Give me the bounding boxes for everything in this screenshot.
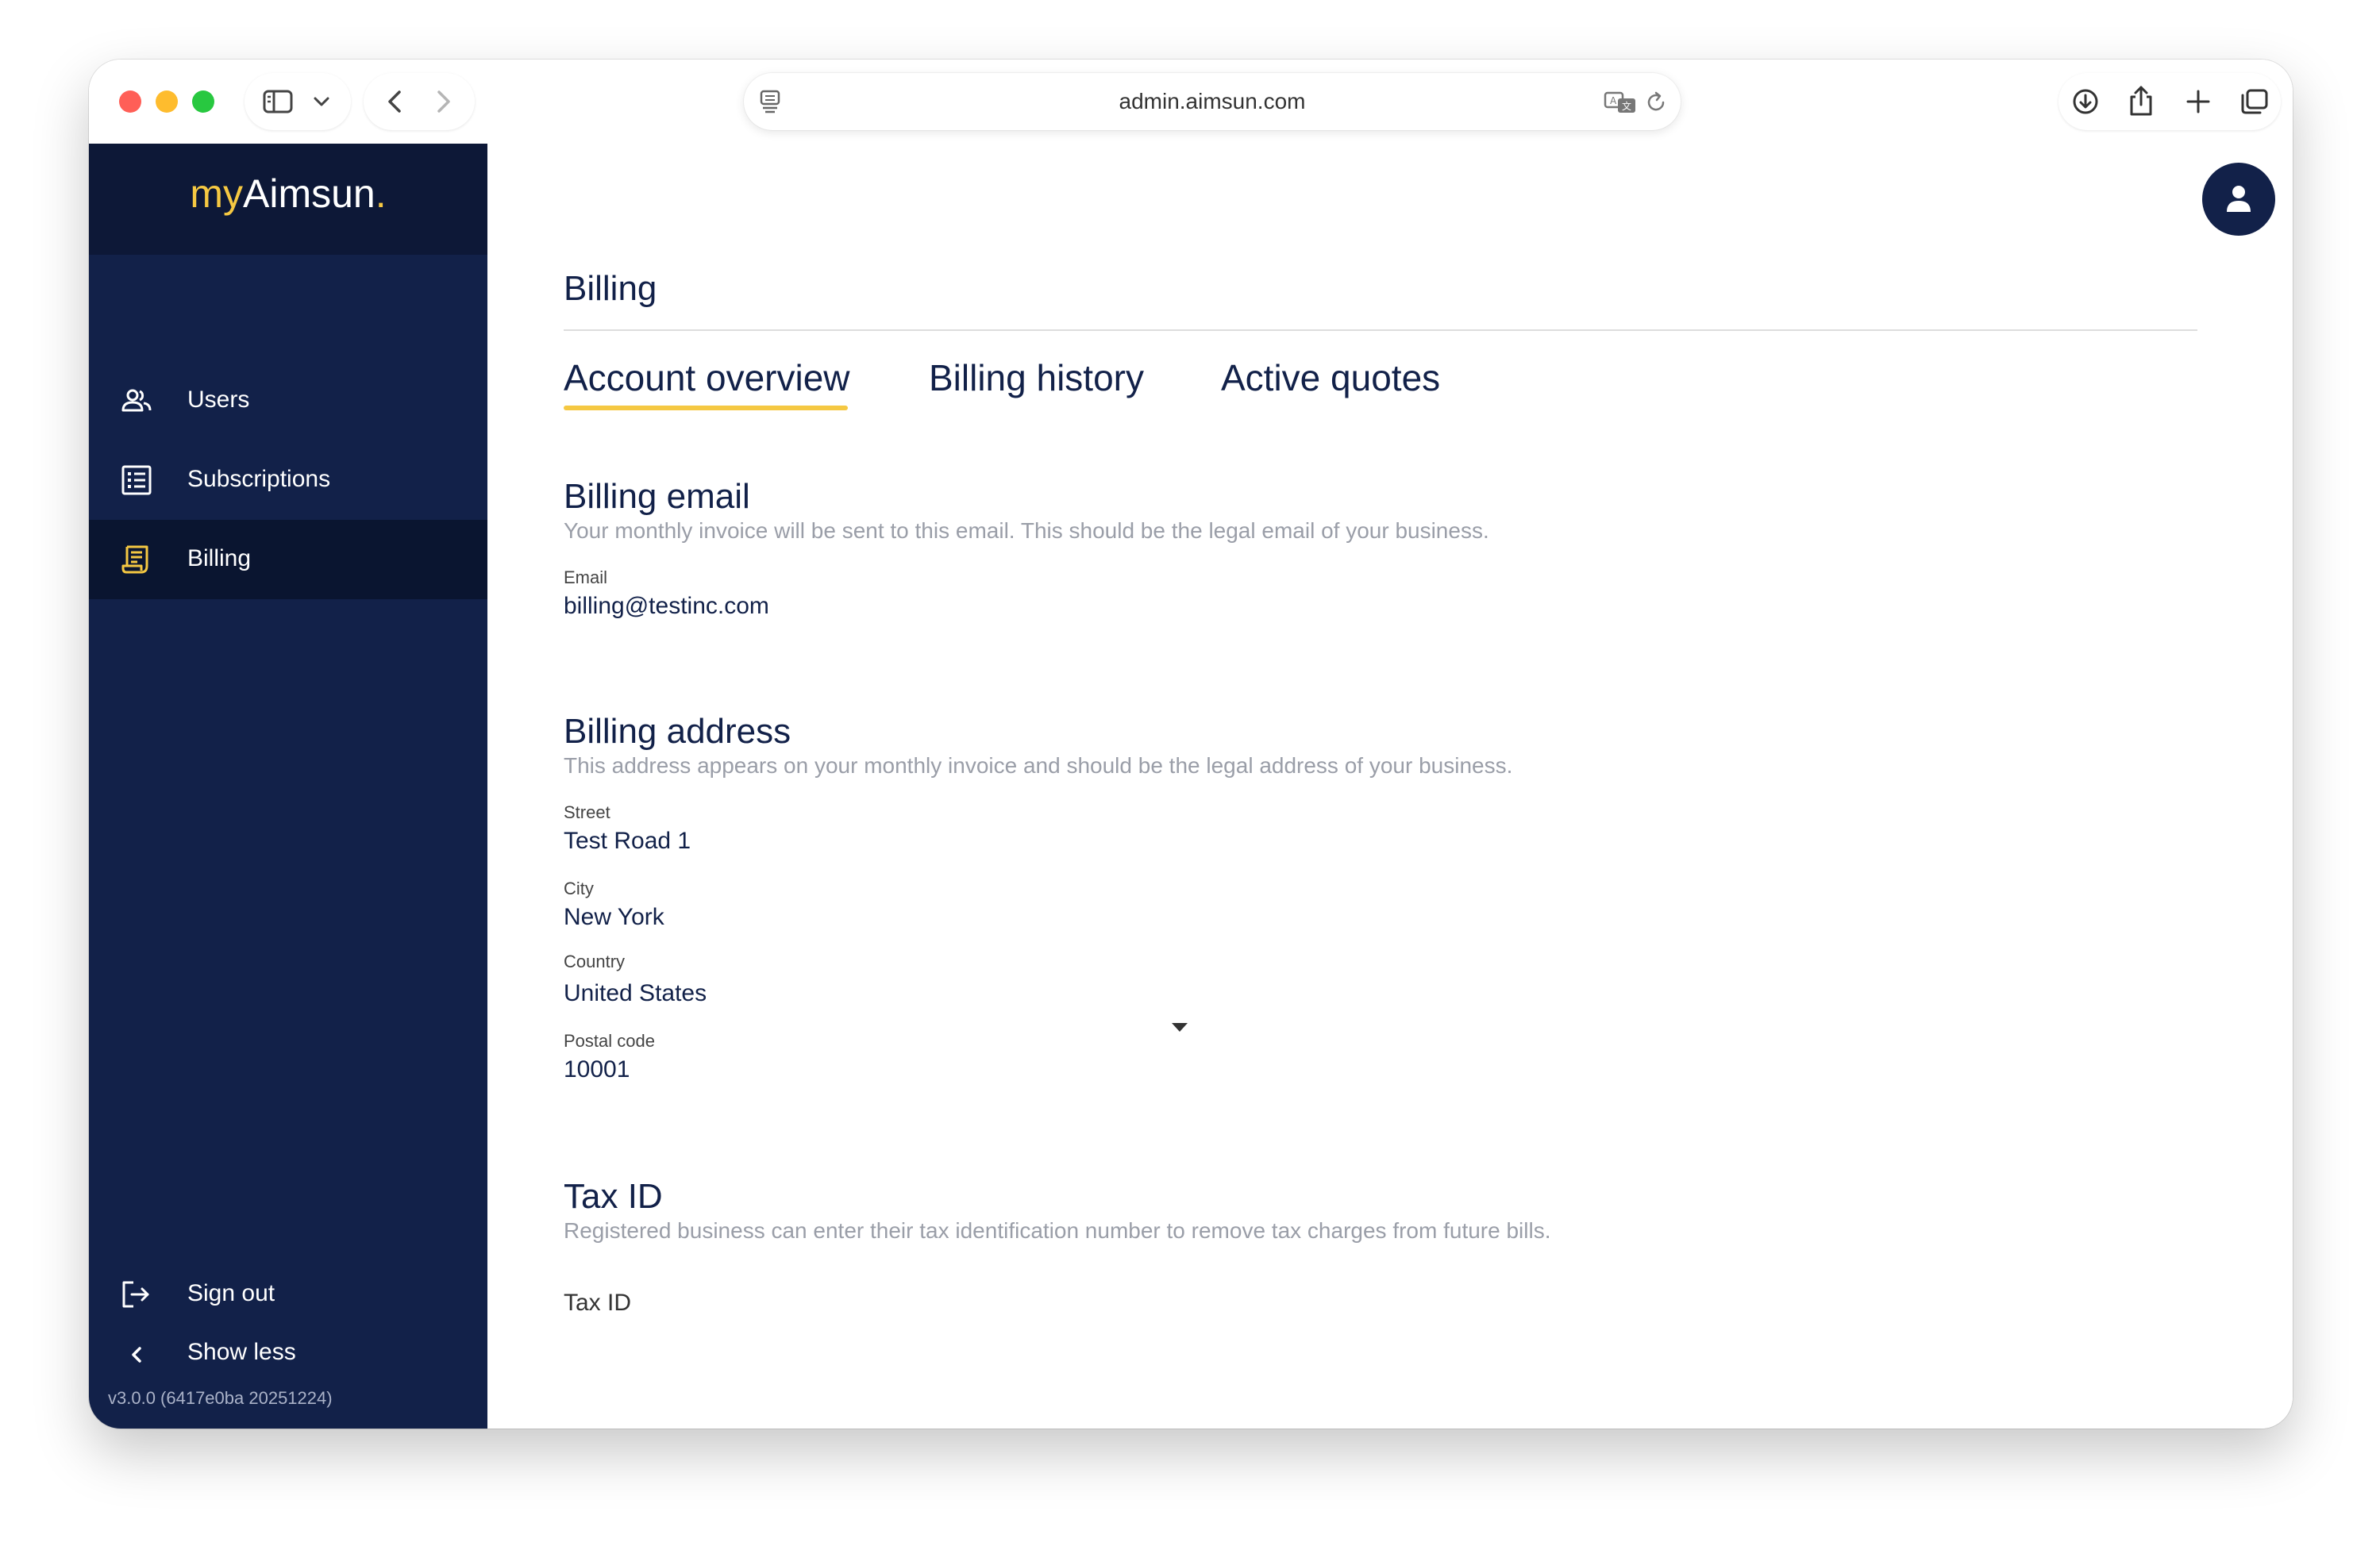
sidebar: myAimsun. Users Subscriptions Billing Si… (89, 144, 487, 1429)
reload-icon[interactable] (1644, 90, 1668, 114)
page-title: Billing (564, 269, 657, 308)
country-label: Country (564, 952, 626, 971)
city-value: New York (564, 904, 664, 930)
sidebar-item-label: Subscriptions (187, 466, 331, 492)
sidebar-toggle-icon[interactable] (262, 87, 294, 116)
maximize-window-button[interactable] (192, 90, 214, 113)
main-content: Billing Account overview Billing history… (487, 144, 2293, 1429)
minimize-window-button[interactable] (156, 90, 178, 113)
show-less-label: Show less (187, 1339, 296, 1365)
share-icon[interactable] (2127, 84, 2155, 117)
email-label: Email (564, 567, 608, 587)
brand-header: myAimsun. (89, 144, 487, 255)
url-text: admin.aimsun.com (1119, 89, 1306, 113)
caret-down-icon[interactable] (1172, 1023, 1188, 1032)
new-tab-icon[interactable] (2184, 87, 2212, 116)
active-tab-indicator (564, 406, 848, 410)
tab-account-overview[interactable]: Account overview (564, 356, 850, 399)
myaimsun-logo[interactable]: myAimsun. (89, 171, 487, 217)
sidebar-item-users[interactable]: Users (89, 361, 487, 440)
country-select[interactable]: United States (564, 980, 707, 1007)
svg-text:文: 文 (1622, 100, 1631, 112)
history-nav-group (364, 73, 475, 130)
postal-code-label: Postal code (564, 1031, 655, 1051)
email-value: billing@testinc.com (564, 593, 769, 619)
street-value: Test Road 1 (564, 828, 691, 854)
sign-out-label: Sign out (187, 1280, 275, 1306)
forward-icon[interactable] (429, 87, 457, 116)
billing-email-title: Billing email (564, 477, 750, 516)
sidebar-item-billing[interactable]: Billing (89, 520, 487, 599)
user-menu-button[interactable] (2202, 163, 2275, 236)
chevron-left-icon (132, 1347, 141, 1363)
sign-out-button[interactable]: Sign out (89, 1259, 487, 1328)
title-divider (564, 329, 2197, 331)
sidebar-item-label: Billing (187, 545, 252, 571)
city-label: City (564, 879, 594, 898)
billing-email-description: Your monthly invoice will be sent to thi… (564, 518, 1489, 543)
tab-overview-icon[interactable] (2239, 87, 2270, 116)
sign-out-icon (122, 1281, 149, 1308)
sidebar-item-subscriptions[interactable]: Subscriptions (89, 440, 487, 520)
users-icon (121, 389, 152, 412)
svg-text:A: A (1610, 95, 1617, 106)
browser-actions-group (2058, 73, 2281, 130)
receipt-icon (121, 545, 148, 574)
translate-icon[interactable]: A 文 (1604, 90, 1637, 114)
tax-id-description: Registered business can enter their tax … (564, 1218, 1551, 1243)
close-window-button[interactable] (119, 90, 141, 113)
tab-active-quotes[interactable]: Active quotes (1221, 356, 1440, 399)
billing-address-title: Billing address (564, 712, 791, 751)
list-icon (121, 465, 152, 495)
address-bar[interactable]: admin.aimsun.com A 文 (744, 73, 1681, 130)
billing-address-description: This address appears on your monthly inv… (564, 753, 1513, 778)
sidebar-item-label: Users (187, 386, 250, 413)
download-icon[interactable] (2071, 87, 2100, 116)
browser-toolbar: admin.aimsun.com A 文 (89, 60, 2293, 144)
tax-id-title: Tax ID (564, 1177, 663, 1216)
back-icon[interactable] (381, 87, 410, 116)
browser-window: admin.aimsun.com A 文 myAimsun. Users Sub… (89, 60, 2293, 1429)
postal-code-value: 10001 (564, 1056, 630, 1083)
sidebar-toggle-group (245, 73, 351, 130)
user-icon (2227, 186, 2251, 212)
chevron-down-icon[interactable] (311, 92, 332, 111)
tab-billing-history[interactable]: Billing history (929, 356, 1144, 399)
app-version: v3.0.0 (6417e0ba 20251224) (108, 1388, 333, 1408)
street-label: Street (564, 802, 610, 822)
tax-id-input[interactable]: Tax ID (564, 1290, 631, 1317)
show-less-button[interactable]: Show less (89, 1323, 487, 1386)
